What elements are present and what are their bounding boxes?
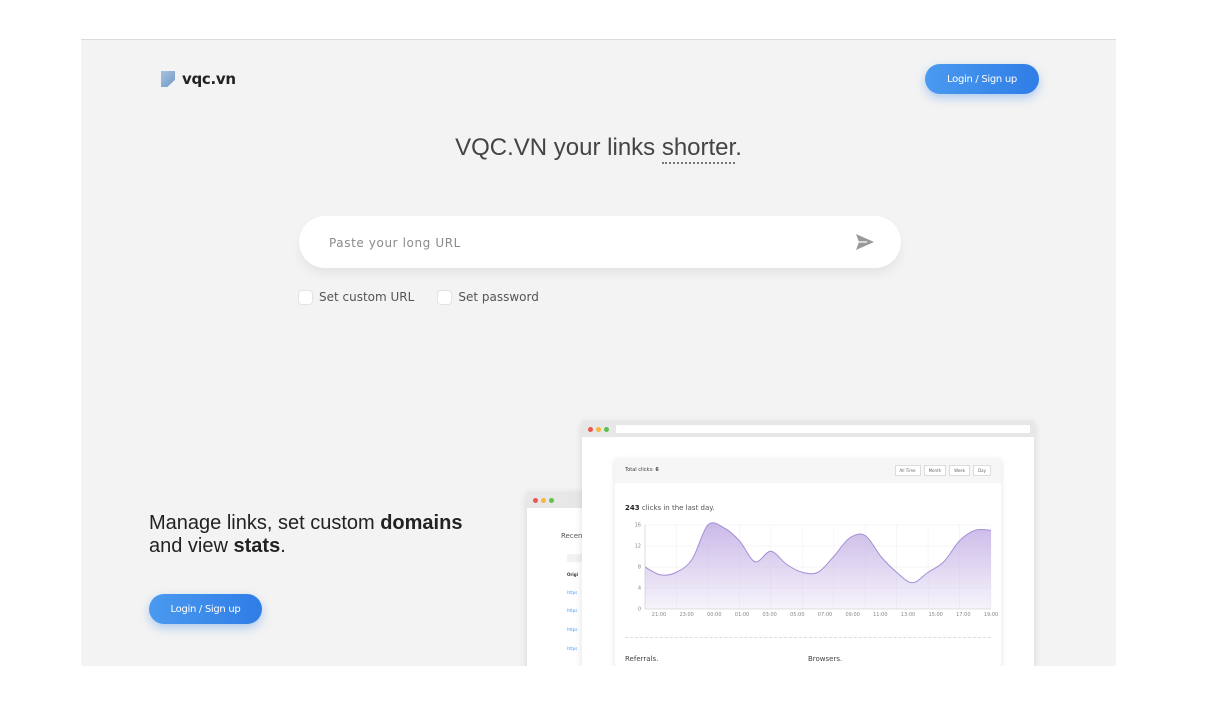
x-tick-label: 09:00 bbox=[845, 612, 859, 618]
features-text-3: . bbox=[280, 535, 286, 557]
window-titlebar bbox=[582, 421, 1034, 437]
x-tick-label: 05:00 bbox=[790, 612, 804, 618]
x-tick-label: 00:00 bbox=[707, 612, 721, 618]
maximize-dot-icon bbox=[549, 498, 554, 503]
browsers-label: Browsers. bbox=[808, 655, 843, 663]
x-tick-label: 15:00 bbox=[928, 612, 942, 618]
close-dot-icon bbox=[588, 427, 593, 432]
custom-url-label: Set custom URL bbox=[319, 290, 415, 304]
send-icon[interactable] bbox=[855, 233, 875, 251]
url-search-box bbox=[299, 216, 901, 268]
recent-label: Recen bbox=[561, 532, 583, 540]
password-option[interactable]: Set password bbox=[438, 290, 539, 304]
x-tick-label: 03:00 bbox=[762, 612, 776, 618]
y-tick-label: 8 bbox=[638, 565, 641, 571]
x-tick-label: 11:00 bbox=[873, 612, 887, 618]
divider bbox=[625, 637, 991, 638]
preview-window-stats: Total clicks: 6 All Time Month Week Day … bbox=[582, 421, 1034, 666]
custom-url-option[interactable]: Set custom URL bbox=[299, 290, 414, 304]
origin-column: Origi bbox=[567, 572, 578, 577]
tab-day[interactable]: Day bbox=[973, 465, 991, 476]
minimize-dot-icon bbox=[541, 498, 546, 503]
clicks-count: 243 bbox=[625, 504, 640, 512]
hero-title-word: shorter bbox=[661, 134, 736, 164]
features-bold-domains: domains bbox=[380, 512, 463, 534]
password-label: Set password bbox=[458, 290, 539, 304]
custom-url-checkbox[interactable] bbox=[299, 290, 312, 304]
y-tick-label: 4 bbox=[638, 586, 641, 592]
address-bar bbox=[616, 425, 1030, 433]
hero-title-prefix: VQC.VN your links bbox=[455, 134, 662, 161]
clicks-area-chart: 0 4 8 12 16 21:00 23:00 00:00 01:00 03:00 05:00 07:… bbox=[635, 522, 998, 618]
brand-name: vqc.vn bbox=[182, 70, 236, 88]
shorten-options: Set custom URL Set password bbox=[299, 290, 539, 304]
stats-card: Total clicks: 6 All Time Month Week Day … bbox=[615, 459, 1001, 666]
tab-month[interactable]: Month bbox=[923, 465, 947, 476]
stats-card-header: Total clicks: 6 All Time Month Week Day bbox=[615, 459, 1001, 483]
x-tick-label: 07:00 bbox=[818, 612, 832, 618]
long-url-input[interactable] bbox=[327, 232, 831, 254]
logo-icon bbox=[161, 71, 175, 87]
x-tick-label: 17:00 bbox=[956, 612, 970, 618]
features-text-2: and view bbox=[149, 535, 234, 557]
features-text-1: Manage links, set custom bbox=[149, 512, 381, 534]
landing-page: vqc.vn Login / Sign up VQC.VN your links… bbox=[81, 39, 1116, 666]
link-row: https bbox=[567, 590, 578, 595]
y-tick-label: 16 bbox=[635, 523, 641, 529]
link-row: https bbox=[567, 627, 578, 632]
y-tick-label: 12 bbox=[635, 544, 641, 550]
total-clicks-value: 6 bbox=[655, 467, 659, 473]
link-row: https bbox=[567, 646, 578, 651]
x-tick-label: 19:00 bbox=[984, 612, 998, 618]
features-bold-stats: stats bbox=[233, 535, 281, 557]
y-tick-label: 0 bbox=[638, 607, 641, 613]
features-heading: Manage links, set custom domains and vie… bbox=[149, 512, 462, 558]
clicks-suffix: clicks in the last day. bbox=[639, 504, 715, 512]
total-clicks-label: Total clicks: bbox=[625, 467, 656, 473]
x-tick-label: 13:00 bbox=[901, 612, 915, 618]
tab-week[interactable]: Week bbox=[949, 465, 971, 476]
link-row: https bbox=[567, 608, 578, 613]
hero-title: VQC.VN your links shorter. bbox=[81, 134, 1116, 164]
referrals-label: Referrals. bbox=[625, 655, 659, 663]
total-clicks: Total clicks: 6 bbox=[625, 467, 659, 473]
password-checkbox[interactable] bbox=[438, 290, 452, 304]
brand-logo[interactable]: vqc.vn bbox=[161, 70, 236, 88]
close-dot-icon bbox=[533, 498, 538, 503]
login-signup-button[interactable]: Login / Sign up bbox=[925, 64, 1039, 94]
hero-title-suffix: . bbox=[735, 134, 742, 161]
tab-all-time[interactable]: All Time bbox=[894, 465, 921, 476]
minimize-dot-icon bbox=[596, 427, 601, 432]
x-tick-label: 21:00 bbox=[652, 612, 666, 618]
period-tabs: All Time Month Week Day bbox=[894, 465, 991, 476]
x-tick-label: 23:00 bbox=[679, 612, 693, 618]
clicks-summary: 243 clicks in the last day. bbox=[625, 504, 715, 512]
features-login-button[interactable]: Login / Sign up bbox=[149, 594, 262, 624]
x-tick-label: 01:00 bbox=[735, 612, 749, 618]
maximize-dot-icon bbox=[604, 427, 609, 432]
